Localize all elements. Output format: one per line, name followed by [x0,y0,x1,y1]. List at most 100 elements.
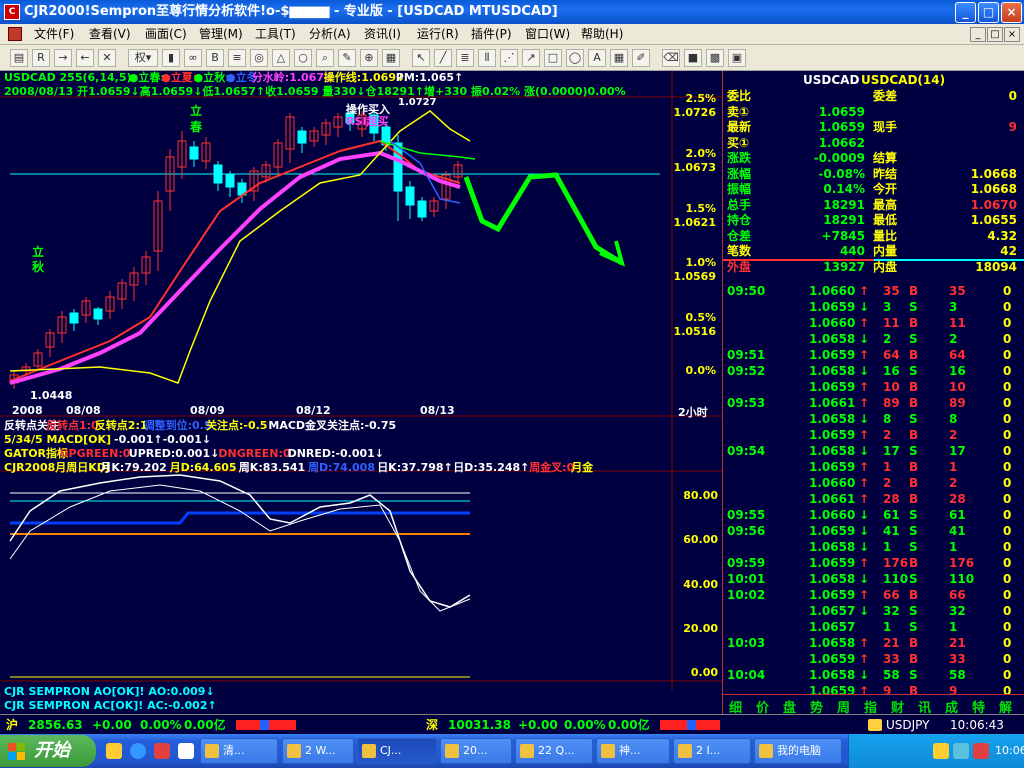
desktop-icon[interactable] [178,743,194,759]
taskbar-item[interactable]: 神... [596,738,670,764]
compass-icon[interactable]: ⊕ [360,49,378,67]
pencil-icon[interactable]: ✎ [338,49,356,67]
menu-help[interactable]: 帮助(H) [578,26,626,43]
triangle-icon[interactable]: △ [272,49,290,67]
mdi-close-button[interactable]: × [1004,27,1020,42]
layers-icon[interactable]: ≡ [228,49,246,67]
b-icon[interactable]: B [206,49,224,67]
save-icon[interactable]: ▣ [728,49,746,67]
news-icon[interactable] [868,719,882,731]
tick-side: B [909,588,919,602]
tick-side: B [909,492,919,506]
eraser-icon[interactable]: ⌫ [662,49,680,67]
channel-icon[interactable]: ⫴ [478,49,496,67]
tick-row[interactable]: 09:53 1.0661 ↑ 89 B 89 0 [723,395,1024,411]
tick-row[interactable]: 1.0659 ↑ 10 B 10 0 [723,379,1024,395]
tick-row[interactable]: 10:03 1.0658 ↑ 21 B 21 0 [723,635,1024,651]
tick-row[interactable]: 09:56 1.0659 ↓ 41 S 41 0 [723,523,1024,539]
tick-row[interactable]: 1.0660 ↑ 2 B 2 0 [723,475,1024,491]
mdi-minimize-button[interactable]: _ [970,27,986,42]
tick-row[interactable]: 1.0659 ↑ 33 B 33 0 [723,651,1024,667]
quote-value: 18291 [823,197,865,212]
tick-row[interactable]: 09:59 1.0659 ↑ 176 B 176 0 [723,555,1024,571]
grid-icon[interactable]: ▦ [610,49,628,67]
pen-icon[interactable]: ✐ [632,49,650,67]
palette-icon[interactable]: ▩ [706,49,724,67]
tick-row[interactable]: 1.0661 ↑ 28 B 28 0 [723,491,1024,507]
color-icon[interactable]: ■ [684,49,702,67]
taskbar-item[interactable]: 2 I... [673,738,751,764]
pointer-icon[interactable]: ↖ [412,49,430,67]
price-chart[interactable]: USDCAD 255(6,14,5)●立春:●立夏:●立秋:●立冬分水岭:1.0… [0,71,722,714]
rsi-icon[interactable]: R [32,49,50,67]
tick-row[interactable]: 1.0658 ↓ 8 S 8 0 [723,411,1024,427]
fib-icon[interactable]: ≣ [456,49,474,67]
ellipse-tool-icon[interactable]: ◯ [566,49,584,67]
menu-view[interactable]: 查看(V) [86,26,134,43]
candle-icon[interactable]: ▮ [162,49,180,67]
tick-side: B [909,476,919,490]
period-select[interactable]: 权▾ [128,49,158,67]
chart-icon[interactable]: ▦ [382,49,400,67]
tick-row[interactable]: 09:55 1.0660 ↓ 61 S 61 0 [723,507,1024,523]
folder-icon[interactable]: ▤ [10,49,28,67]
tray-network-icon[interactable] [953,743,969,759]
qq-icon[interactable] [106,743,122,759]
taskbar-item[interactable]: 我的电脑 [754,738,842,764]
close-button[interactable]: × [1001,2,1022,23]
taskbar-item[interactable]: 20... [440,738,512,764]
tick-row[interactable]: 1.0658 ↓ 1 S 1 0 [723,539,1024,555]
menu-info[interactable]: 资讯(I) [361,26,404,43]
gann-icon[interactable]: ⋰ [500,49,518,67]
taskbar-item[interactable]: 22 Q... [515,738,593,764]
arrow-right-icon[interactable]: → [54,49,72,67]
minimize-button[interactable]: _ [955,2,976,23]
tick-row[interactable]: 1.0657 ↓ 32 S 32 0 [723,603,1024,619]
tick-zero: 0 [1003,572,1012,586]
tick-row[interactable]: 10:02 1.0659 ↑ 66 B 66 0 [723,587,1024,603]
status-pair[interactable]: USDJPY [886,715,929,735]
taskbar-item[interactable]: 清... [200,738,278,764]
target-icon[interactable]: ◎ [250,49,268,67]
tick-row[interactable]: 09:51 1.0659 ↑ 64 B 64 0 [723,347,1024,363]
start-button[interactable]: 开始 [0,735,96,767]
tick-row[interactable]: 09:54 1.0658 ↓ 17 S 17 0 [723,443,1024,459]
text-tool-icon[interactable]: A [588,49,606,67]
tick-row[interactable]: 1.0658 ↓ 2 S 2 0 [723,331,1024,347]
menu-analysis[interactable]: 分析(A) [306,26,354,43]
tick-row[interactable]: 09:50 1.0660 ↑ 35 B 35 0 [723,283,1024,299]
mdi-restore-button[interactable]: □ [987,27,1003,42]
maximize-button[interactable]: □ [978,2,999,23]
menu-window[interactable]: 窗口(W) [522,26,573,43]
taskbar-item[interactable]: CJ... [357,738,437,764]
arrow-tool-icon[interactable]: ↗ [522,49,540,67]
chart-area[interactable]: USDCAD 255(6,14,5) ●立春: ●立夏: ●立秋: ●立冬 分水岭:1.0… [0,71,722,714]
tray-speaker-icon[interactable] [933,743,949,759]
menu-file[interactable]: 文件(F) [31,26,77,43]
menu-plugins[interactable]: 插件(P) [468,26,515,43]
line-tool-icon[interactable]: ╱ [434,49,452,67]
menu-screen[interactable]: 画面(C) [142,26,190,43]
rect-tool-icon[interactable]: □ [544,49,562,67]
tick-row[interactable]: 1.0659 ↓ 3 S 3 0 [723,299,1024,315]
menu-tools[interactable]: 工具(T) [252,26,299,43]
arrow-left-icon[interactable]: ← [76,49,94,67]
cs-icon[interactable]: ∞ [184,49,202,67]
tick-row[interactable]: 1.0660 ↑ 11 B 11 0 [723,315,1024,331]
title-bar[interactable]: C CJR2000!Sempron至尊行情分析软件!o-$▆▆▆▆ - 专业版 … [0,0,1024,24]
menu-run[interactable]: 运行(R) [414,26,462,43]
tray-app-icon[interactable] [973,743,989,759]
ie-icon[interactable] [130,743,146,759]
search-icon[interactable]: ⌕ [316,49,334,67]
taskbar-item[interactable]: 2 W... [282,738,354,764]
quicklaunch-icon[interactable] [154,743,170,759]
cross-icon[interactable]: ✕ [98,49,116,67]
tick-row[interactable]: 1.0659 ↑ 2 B 2 0 [723,427,1024,443]
menu-manage[interactable]: 管理(M) [196,26,246,43]
tick-row[interactable]: 1.0659 ↑ 1 B 1 0 [723,459,1024,475]
tick-row[interactable]: 10:01 1.0658 ↓ 110 S 110 0 [723,571,1024,587]
tick-row[interactable]: 09:52 1.0658 ↓ 16 S 16 0 [723,363,1024,379]
circle-icon[interactable]: ○ [294,49,312,67]
tick-row[interactable]: 1.0657 1 S 1 0 [723,619,1024,635]
tick-row[interactable]: 10:04 1.0658 ↓ 58 S 58 0 [723,667,1024,683]
